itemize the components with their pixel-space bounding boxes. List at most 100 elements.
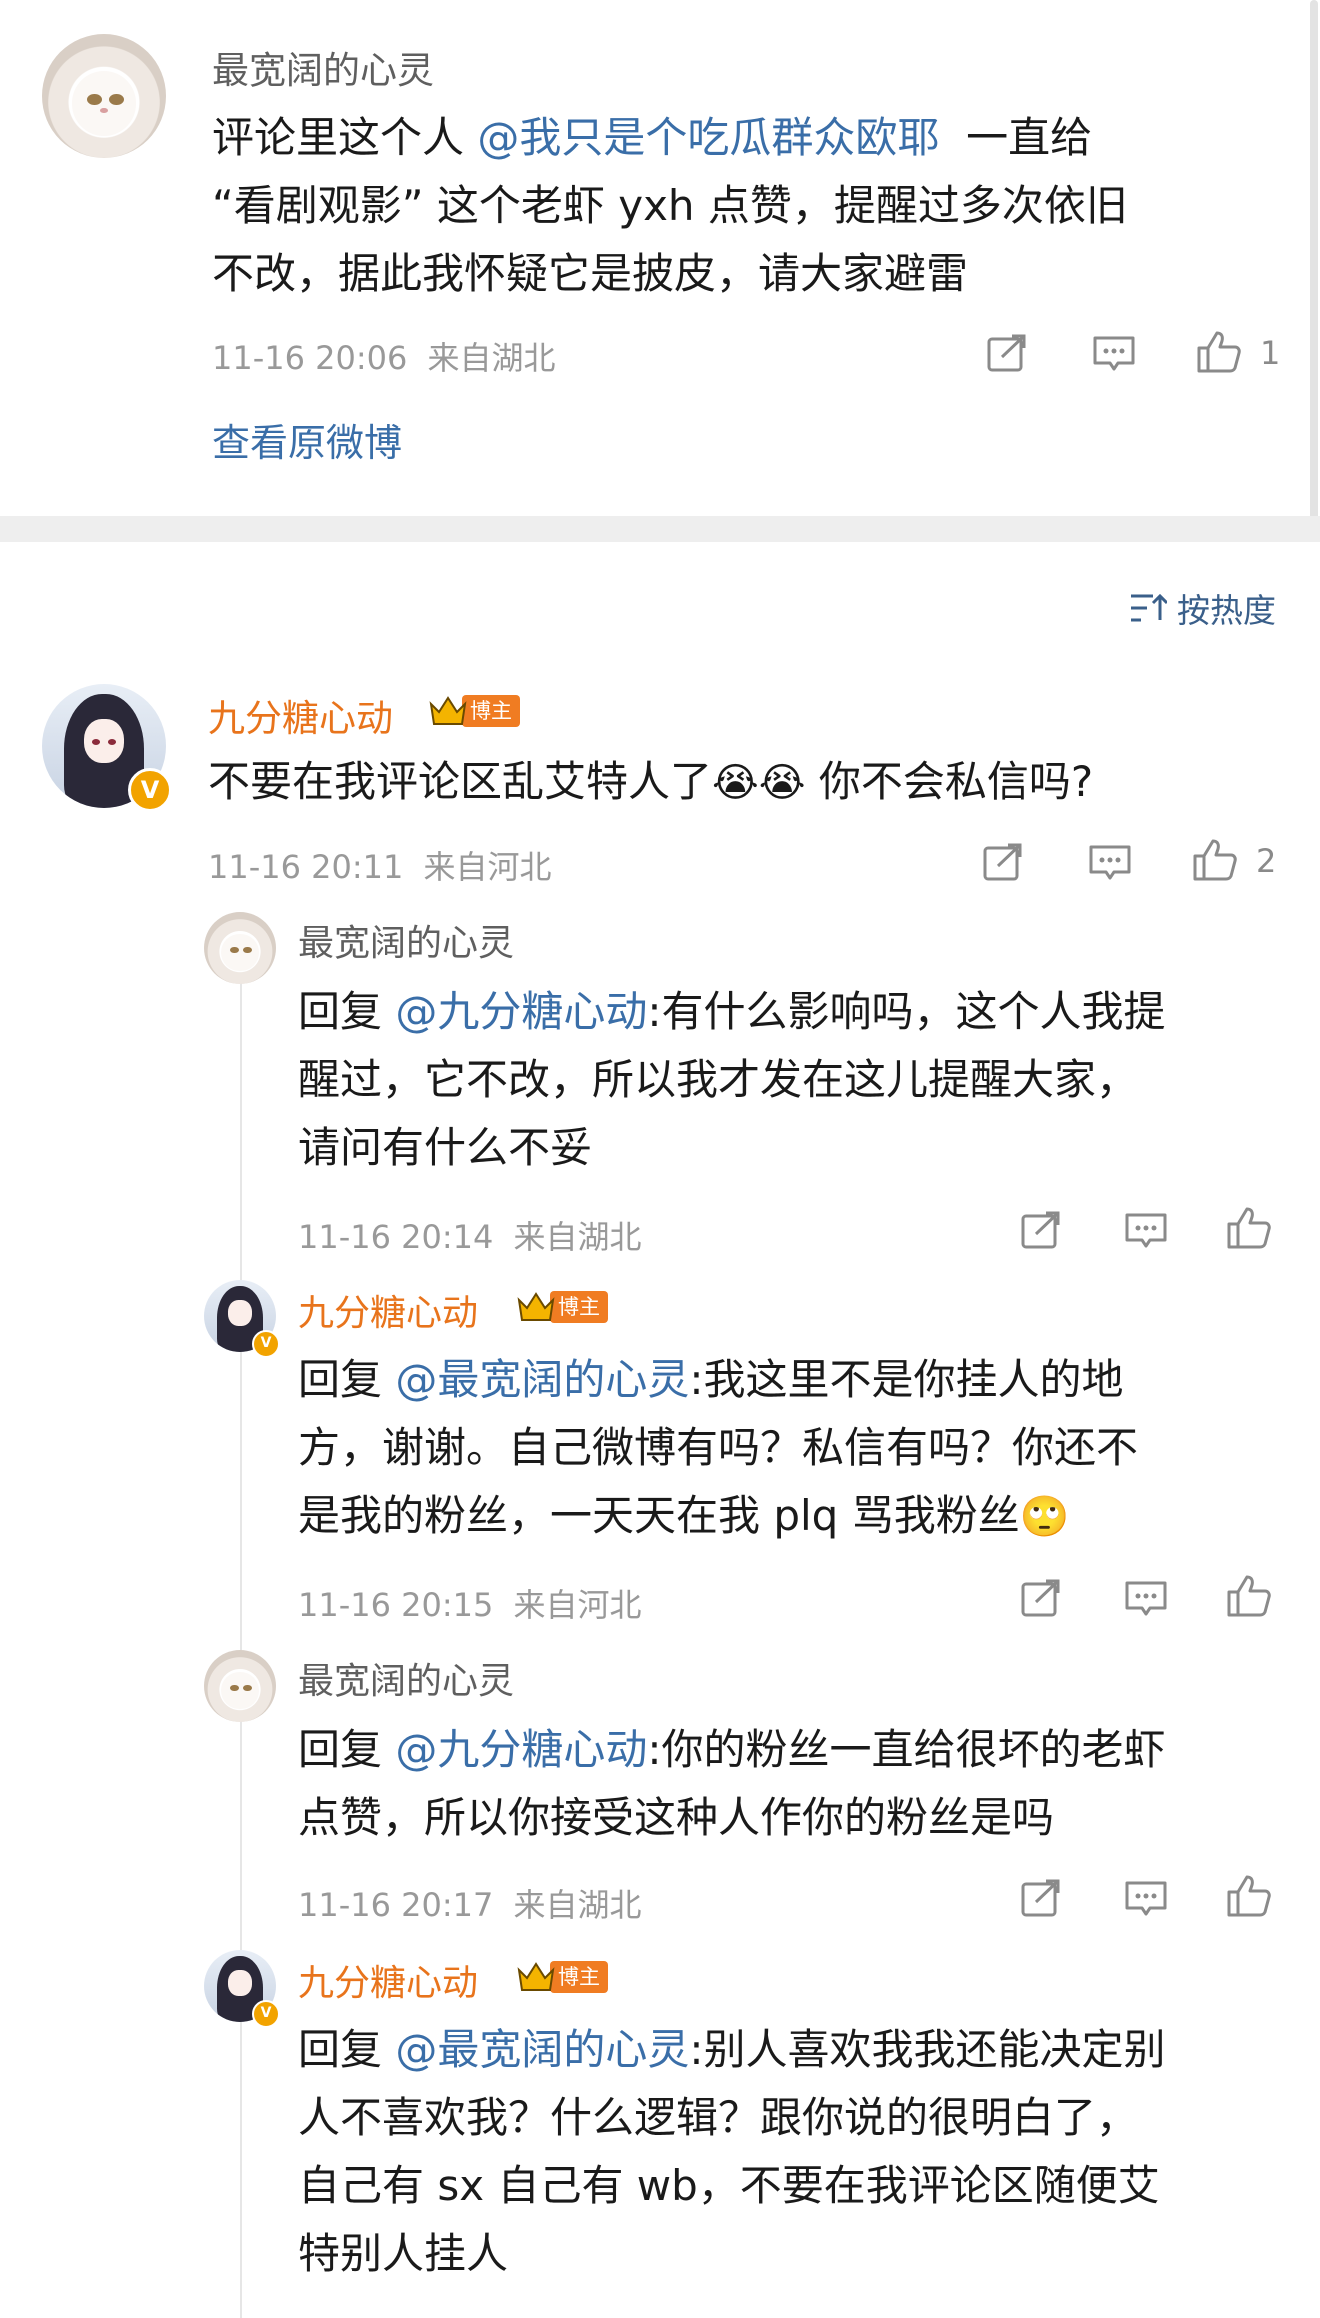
reply-meta: 11-16 20:17 来自湖北 (298, 1880, 642, 1926)
like-count: 1 (1260, 334, 1281, 372)
blogger-badge: 博主 (516, 1288, 608, 1326)
comment-icon (1125, 1881, 1167, 1916)
comment-text-segment: 不要在我评论区乱艾特人了 (208, 757, 713, 806)
comment-button[interactable] (1092, 335, 1136, 373)
avatar-face (221, 933, 259, 972)
comment-button[interactable] (1124, 1212, 1168, 1250)
avatar-eye (107, 738, 117, 745)
mention-link[interactable]: @九分糖心动 (395, 1725, 647, 1774)
reply-text-segment: :我这里不是你挂人的地 (689, 1355, 1124, 1404)
reply-prefix: 回复 (298, 2025, 396, 2074)
reply-location: 来自河北 (513, 1586, 642, 1624)
sort-label: 按热度 (1177, 591, 1276, 630)
thumbs-up-icon (1193, 839, 1237, 881)
reply-text: 回复 @九分糖心动:你的粉丝一直给很坏的老虾 点赞，所以你接受这种人作你的粉丝是… (298, 1716, 1298, 1852)
thread-line (240, 980, 242, 2318)
reply-line-3: 是我的粉丝，一天天在我 plq 骂我粉丝🙄 (298, 1482, 1298, 1551)
comment-button[interactable] (1124, 1580, 1168, 1618)
scrollbar[interactable] (1310, 0, 1318, 520)
reply-time: 11-16 20:14 (298, 1218, 494, 1256)
like-button[interactable] (1226, 1874, 1272, 1918)
post-meta: 11-16 20:06 来自湖北 (212, 333, 556, 379)
reply-line-2: 醒过，它不改，所以我才发在这儿提醒大家， (298, 1055, 1139, 1104)
avatar[interactable] (204, 1650, 276, 1722)
avatar-eye (86, 93, 102, 105)
sort-icon (1131, 593, 1167, 622)
mention-link[interactable]: @我只是个吃瓜群众欧耶 (477, 113, 939, 162)
reply-text: 回复 @最宽阔的心灵:我这里不是你挂人的地 方，谢谢。自己微博有吗？私信有吗？你… (298, 1346, 1298, 1551)
verified-badge: V (128, 768, 172, 812)
reply-author[interactable]: 九分糖心动 (298, 1284, 478, 1336)
reply-line-1: 回复 @最宽阔的心灵:我这里不是你挂人的地 (298, 1346, 1298, 1414)
reply-location: 来自湖北 (513, 1218, 642, 1256)
reply-line-1: 回复 @九分糖心动:你的粉丝一直给很坏的老虾 (298, 1716, 1298, 1784)
reply-text: 回复 @九分糖心动:有什么影响吗，这个人我提 醒过，它不改，所以我才发在这儿提醒… (298, 978, 1298, 1182)
avatar-eye (242, 1684, 252, 1692)
post-author[interactable]: 最宽阔的心灵 (212, 40, 434, 94)
avatar[interactable] (42, 34, 166, 158)
share-icon (1021, 1579, 1060, 1617)
reply-location: 来自湖北 (513, 1886, 642, 1924)
like-button[interactable] (1226, 1574, 1272, 1618)
avatar-eye (229, 1684, 239, 1692)
reply-time: 11-16 20:15 (298, 1586, 494, 1624)
comment-icon (1093, 336, 1135, 371)
reply-text-segment: :别人喜欢我我还能决定别 (689, 2025, 1166, 2074)
reply-author[interactable]: 最宽阔的心灵 (298, 1652, 514, 1704)
comment-button[interactable] (1124, 1880, 1168, 1918)
thumbs-up-icon (1227, 1875, 1271, 1917)
like-button[interactable] (1192, 838, 1238, 882)
reply-prefix: 回复 (298, 1355, 396, 1404)
post-line-2: “看剧观影” 这个老虾 yxh 点赞，提醒过多次依旧 (212, 181, 1128, 230)
comment-meta: 11-16 20:11 来自河北 (208, 842, 552, 888)
crown-icon (517, 1962, 555, 1991)
reply-author[interactable]: 九分糖心动 (298, 1954, 478, 2006)
reply-text: 回复 @最宽阔的心灵:别人喜欢我我还能决定别 人不喜欢我？什么逻辑？跟你说的很明… (298, 2016, 1298, 2288)
share-button[interactable] (986, 333, 1028, 373)
share-button[interactable] (1020, 1210, 1062, 1250)
view-original-link[interactable]: 查看原微博 (212, 412, 402, 467)
like-button[interactable] (1226, 1206, 1272, 1250)
mention-link[interactable]: @最宽阔的心灵 (395, 1355, 689, 1404)
share-icon (983, 843, 1022, 881)
comment-time: 11-16 20:11 (208, 848, 404, 886)
comment-icon (1125, 1213, 1167, 1248)
mention-link[interactable]: @最宽阔的心灵 (395, 2025, 689, 2074)
post-location: 来自湖北 (427, 339, 556, 377)
reply-prefix: 回复 (298, 987, 396, 1036)
share-icon (1021, 1211, 1060, 1249)
comment-text-segment: 你不会私信吗? (805, 757, 1094, 806)
share-button[interactable] (982, 842, 1024, 882)
like-button[interactable] (1196, 330, 1242, 374)
reply-meta: 11-16 20:15 来自河北 (298, 1580, 642, 1626)
mention-link[interactable]: @九分糖心动 (395, 987, 647, 1036)
reply-text-segment: :你的粉丝一直给很坏的老虾 (647, 1725, 1166, 1774)
reply-time: 11-16 20:17 (298, 1886, 494, 1924)
verified-badge: V (252, 2000, 280, 2028)
verified-badge: V (252, 1330, 280, 1358)
reply-author[interactable]: 最宽阔的心灵 (298, 914, 514, 966)
badge-label: 博主 (462, 695, 520, 727)
crown-icon (517, 1292, 555, 1321)
sort-toggle[interactable]: 按热度 (1129, 584, 1276, 632)
like-count: 2 (1256, 842, 1277, 880)
avatar-eye (91, 738, 101, 745)
post-time: 11-16 20:06 (212, 339, 408, 377)
reply-text-segment: 是我的粉丝，一天天在我 plq 骂我粉丝 (298, 1491, 1020, 1540)
badge-label: 博主 (550, 1291, 608, 1323)
post-text-segment: 一直给 (939, 113, 1093, 162)
share-button[interactable] (1020, 1878, 1062, 1918)
thumbs-up-icon (1227, 1575, 1271, 1617)
post-text: 评论里这个人 @我只是个吃瓜群众欧耶 一直给 “看剧观影” 这个老虾 yxh 点… (212, 104, 1292, 308)
reply-line-2: 方，谢谢。自己微博有吗？私信有吗？你还不 (298, 1423, 1139, 1472)
comment-button[interactable] (1088, 844, 1132, 882)
thumbs-up-icon (1227, 1207, 1271, 1249)
comment-author[interactable]: 九分糖心动 (208, 688, 393, 742)
share-button[interactable] (1020, 1578, 1062, 1618)
comment-text: 不要在我评论区乱艾特人了😭😭 你不会私信吗? (208, 748, 1298, 817)
reply-line-2: 点赞，所以你接受这种人作你的粉丝是吗 (298, 1793, 1055, 1842)
avatar[interactable] (204, 912, 276, 984)
reply-line-1: 回复 @九分糖心动:有什么影响吗，这个人我提 (298, 978, 1298, 1046)
post-line-1: 评论里这个人 @我只是个吃瓜群众欧耶 一直给 (212, 104, 1292, 172)
reply-meta: 11-16 20:14 来自湖北 (298, 1212, 642, 1258)
